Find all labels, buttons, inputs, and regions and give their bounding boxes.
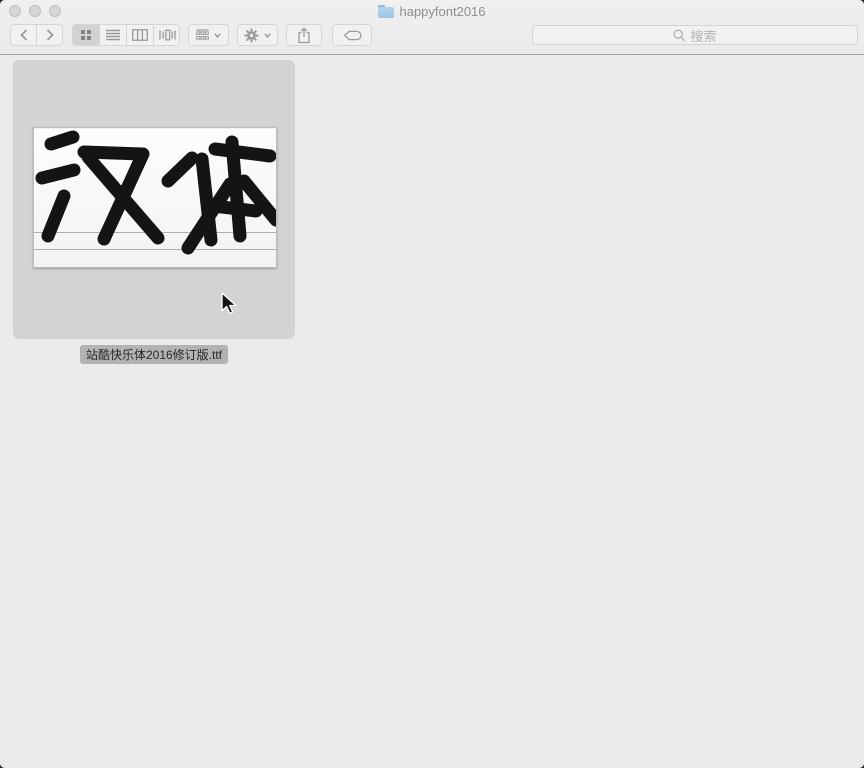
window-chrome: happyfont2016 bbox=[0, 0, 864, 55]
view-list-segment[interactable] bbox=[100, 25, 127, 45]
window-title-area: happyfont2016 bbox=[0, 0, 864, 22]
title-bar: happyfont2016 bbox=[0, 0, 864, 22]
action-button[interactable] bbox=[237, 24, 278, 46]
column-view-icon bbox=[132, 29, 148, 41]
tag-button[interactable] bbox=[332, 24, 372, 46]
view-coverflow-segment[interactable] bbox=[154, 25, 180, 45]
arrange-button[interactable] bbox=[188, 24, 229, 46]
search-placeholder: 搜索 bbox=[690, 26, 716, 45]
file-item-selected[interactable]: 站酷快乐体2016修订版.ttf bbox=[13, 60, 295, 339]
back-button[interactable] bbox=[11, 25, 37, 45]
history-nav-group bbox=[10, 24, 63, 46]
window-title: happyfont2016 bbox=[399, 4, 485, 19]
view-column-segment[interactable] bbox=[127, 25, 154, 45]
view-icon-segment[interactable] bbox=[73, 25, 100, 45]
chevron-down-icon bbox=[214, 33, 221, 38]
arrange-icon bbox=[196, 29, 209, 41]
forward-chevron-icon bbox=[46, 29, 54, 41]
share-icon bbox=[296, 27, 312, 44]
gear-icon bbox=[244, 28, 259, 43]
share-button[interactable] bbox=[286, 24, 322, 46]
file-name-label[interactable]: 站酷快乐体2016修订版.ttf bbox=[13, 345, 295, 364]
forward-button[interactable] bbox=[37, 25, 62, 45]
file-name-text: 站酷快乐体2016修订版.ttf bbox=[80, 345, 228, 364]
finder-window: happyfont2016 bbox=[0, 0, 864, 768]
coverflow-view-icon bbox=[159, 29, 176, 41]
view-mode-control bbox=[72, 24, 180, 46]
folder-proxy-icon[interactable] bbox=[378, 5, 394, 18]
font-preview-glyphs bbox=[34, 128, 276, 267]
search-icon bbox=[673, 29, 686, 42]
font-file-thumbnail[interactable] bbox=[33, 127, 277, 268]
back-chevron-icon bbox=[20, 29, 28, 41]
list-view-icon bbox=[106, 29, 120, 41]
search-input[interactable]: 搜索 bbox=[532, 25, 858, 45]
tag-icon bbox=[343, 30, 362, 41]
icon-view-icon bbox=[80, 29, 92, 41]
folder-contents: 站酷快乐体2016修订版.ttf bbox=[0, 56, 864, 768]
chevron-down-icon bbox=[264, 33, 271, 38]
